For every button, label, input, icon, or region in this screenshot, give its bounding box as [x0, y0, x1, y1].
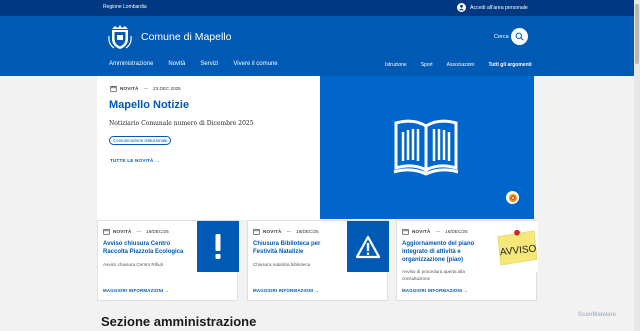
card-image: [197, 221, 239, 272]
municipal-crest-icon[interactable]: [108, 24, 132, 50]
hero-tag[interactable]: Comunicazione istituzionale: [109, 136, 172, 145]
watermark-logo: ScanMalware: [578, 312, 617, 318]
arrow-right-icon: →: [314, 288, 320, 293]
user-icon: [457, 3, 466, 12]
card-image: AVVISO: [496, 221, 538, 272]
card-title-line: Raccolta Piazzola Ecologica: [103, 248, 184, 255]
more-info-link[interactable]: MAGGIORI INFORMAZIONI →: [253, 288, 319, 293]
arrow-right-icon: →: [164, 288, 170, 293]
hero-date: 23 DEC 2025: [153, 86, 181, 91]
hero-description: Notiziario Comunale numero di Dicembre 2…: [109, 120, 254, 127]
calendar-icon: [402, 229, 409, 235]
topic-sport[interactable]: Sport: [421, 62, 433, 68]
hero-title[interactable]: Mapello Notizie: [109, 99, 189, 111]
card-category: NOVITÀ: [412, 229, 431, 234]
hero-card: NOVITÀ — 23 DEC 2025 Mapello Notizie Not…: [97, 76, 320, 220]
warning-triangle-icon: [355, 235, 381, 258]
search-icon: [515, 32, 524, 41]
news-card: NOVITÀ — 19/DEC/25 Avviso chiusura Centr…: [97, 220, 239, 301]
card-desc-line: Chiusura natalizia biblioteca: [253, 262, 311, 267]
card-date: 16/DEC/25: [445, 229, 468, 234]
arrow-right-icon: →: [463, 288, 469, 293]
more-info-link[interactable]: MAGGIORI INFORMAZIONI →: [402, 288, 468, 293]
more-info-label: MAGGIORI INFORMAZIONI: [103, 288, 164, 293]
hero-category: NOVITÀ: [120, 86, 139, 91]
all-news-label: TUTTE LE NOVITÀ: [110, 158, 154, 163]
card-date: 19/DEC/25: [146, 229, 169, 234]
card-category: NOVITÀ: [113, 229, 132, 234]
search-label: Cerca: [494, 34, 509, 40]
all-news-link[interactable]: TUTTE LE NOVITÀ →: [110, 158, 160, 163]
nav-item-novita[interactable]: Novità: [168, 61, 185, 67]
card-title-line: Chiusura Biblioteca per: [253, 241, 321, 247]
section-title: Sezione amministrazione: [101, 314, 257, 329]
card-description: Chiusura natalizia biblioteca: [253, 262, 343, 269]
scrollbar[interactable]: [634, 0, 640, 331]
site-title[interactable]: Comune di Mapello: [141, 31, 231, 43]
login-link[interactable]: Accedi all'area personale: [457, 3, 528, 12]
card-category: NOVITÀ: [263, 229, 282, 234]
calendar-icon: [253, 229, 260, 235]
card-title-line: Festività Natalizie: [253, 248, 304, 255]
card-desc-line: Avviso chiusura Centro Rifiuti: [103, 262, 163, 267]
accessibility-badge-icon[interactable]: [506, 191, 519, 204]
top-bar: Regione Lombardia Accedi all'area person…: [0, 0, 640, 16]
card-title-line: organizzazione (piao): [402, 256, 464, 263]
header: Comune di Mapello Cerca Amministrazione …: [0, 16, 640, 76]
topic-istruzione[interactable]: Istruzione: [385, 62, 407, 68]
search-button[interactable]: [511, 28, 528, 45]
all-topics-link[interactable]: Tutti gli argomenti: [488, 62, 531, 68]
topic-associazioni[interactable]: Associazioni: [447, 62, 475, 68]
nav-item-vivere[interactable]: Vivere il comune: [233, 61, 277, 67]
card-title[interactable]: Avviso chiusura Centro Raccolta Piazzola…: [103, 241, 193, 257]
open-book-icon: [393, 119, 459, 176]
card-title-line: Aggiornamento del piano: [402, 241, 475, 247]
news-card: NOVITÀ — 18/DEC/25 Chiusura Biblioteca p…: [247, 220, 389, 301]
card-title[interactable]: Chiusura Biblioteca per Festività Natali…: [253, 241, 343, 257]
main-navigation: Amministrazione Novità Servizi Vivere il…: [0, 58, 640, 76]
login-label: Accedi all'area personale: [470, 4, 528, 11]
calendar-icon: [103, 229, 110, 235]
hero-image: [320, 76, 534, 219]
card-desc-line: Avviso di procedura aperta alla: [402, 269, 465, 274]
card-image: [347, 221, 389, 272]
card-title-line: Avviso chiusura Centro: [103, 241, 171, 247]
card-description: Avviso chiusura Centro Rifiuti: [103, 262, 193, 269]
news-card: NOVITÀ — 16/DEC/25 Aggiornamento del pia…: [396, 220, 538, 301]
more-info-link[interactable]: MAGGIORI INFORMAZIONI →: [103, 288, 169, 293]
region-link[interactable]: Regione Lombardia: [103, 4, 147, 10]
nav-item-servizi[interactable]: Servizi: [200, 61, 218, 67]
more-info-label: MAGGIORI INFORMAZIONI: [402, 288, 463, 293]
calendar-icon: [110, 85, 117, 92]
card-title[interactable]: Aggiornamento del piano integrato di att…: [402, 241, 492, 264]
arrow-right-icon: →: [155, 158, 160, 163]
nav-item-amministrazione[interactable]: Amministrazione: [109, 61, 153, 67]
avviso-note-icon: AVVISO: [497, 229, 538, 265]
card-date: 18/DEC/25: [296, 229, 319, 234]
card-description: Avviso di procedura aperta alla consulta…: [402, 269, 492, 283]
scrollbar-thumb[interactable]: [635, 4, 639, 64]
more-info-label: MAGGIORI INFORMAZIONI: [253, 288, 314, 293]
card-title-line: integrato di attività e: [402, 248, 461, 255]
exclamation-icon: [215, 233, 221, 259]
card-desc-line: consultazione: [402, 275, 431, 281]
